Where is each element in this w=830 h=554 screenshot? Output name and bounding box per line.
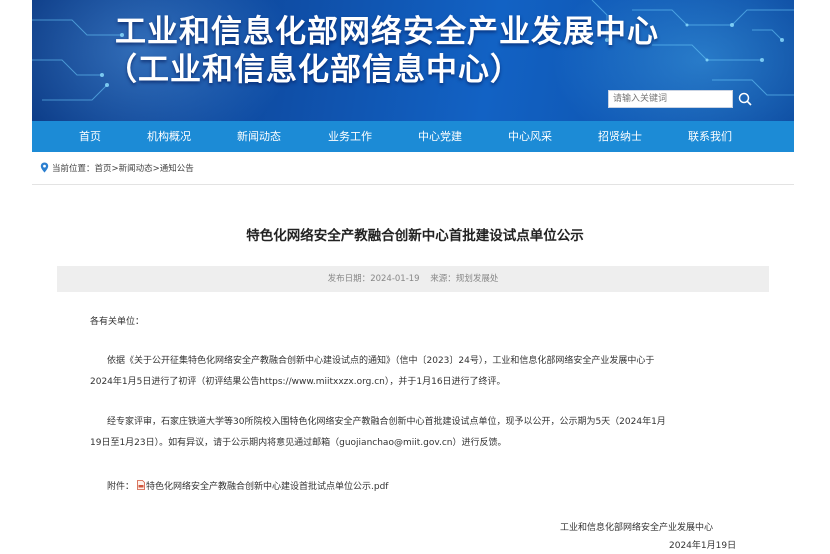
source-value: 规划发展处 [455,274,499,284]
salutation: 各有关单位： [90,317,145,327]
pdf-icon [137,480,145,490]
paragraph-1-line-1: 依据《关于公开征集特色化网络安全产教融合创新中心建设试点的通知》（信中〔2023… [107,356,655,366]
nav-item-contact[interactable]: 联系我们 [688,121,732,152]
breadcrumb-prefix: 当前位置： [52,164,95,174]
main-nav: 首页 机构概况 新闻动态 业务工作 中心党建 中心风采 招贤纳士 联系我们 [32,121,794,152]
paragraph-1-line-2: 2024年1月5日进行了初评（初评结果公告https://www.miitxxz… [90,377,506,387]
paragraph-2-line-1: 经专家评审，石家庄铁道大学等30所院校入围特色化网络安全产教融合创新中心首批建设… [107,417,666,427]
nav-item-business[interactable]: 业务工作 [328,121,372,152]
attachment: 附件： 特色化网络安全产教融合创新中心建设首批试点单位公示.pdf [107,479,388,492]
source-label: 来源： [430,274,456,284]
breadcrumb-news[interactable]: 新闻动态 [119,164,153,174]
publish-date-value: 2024-01-19 [370,274,420,284]
nav-item-style[interactable]: 中心风采 [508,121,552,152]
breadcrumb: 当前位置：首页>新闻动态>通知公告 [40,162,194,174]
signature-date: 2024年1月19日 [669,541,737,551]
nav-item-party[interactable]: 中心党建 [418,121,462,152]
search-button[interactable] [735,89,755,109]
paragraph-2-line-2: 19日至1月23日）。如有异议，请于公示期内将意见通过邮箱（guojiancha… [90,438,507,448]
article-meta: 发布日期：2024-01-19 来源：规划发展处 [57,266,769,292]
search-input[interactable] [608,90,733,108]
article-title: 特色化网络安全产教融合创新中心首批建设试点单位公示 [246,228,584,244]
publish-date-label: 发布日期： [327,274,371,284]
nav-item-news[interactable]: 新闻动态 [237,121,281,152]
site-subtitle: （工业和信息化部信息中心） [106,52,522,88]
breadcrumb-home[interactable]: 首页 [95,164,112,174]
nav-item-careers[interactable]: 招贤纳士 [598,121,642,152]
nav-item-about[interactable]: 机构概况 [147,121,191,152]
signature-organization: 工业和信息化部网络安全产业发展中心 [560,523,714,533]
publish-date: 发布日期：2024-01-19 [328,274,420,284]
breadcrumb-notices[interactable]: 通知公告 [160,164,194,174]
breadcrumb-separator: > [152,164,160,174]
article-source: 来源：规划发展处 [430,274,498,284]
breadcrumb-separator: > [111,164,119,174]
breadcrumb-divider [32,184,794,185]
attachment-label: 附件： [107,482,135,492]
attachment-link[interactable]: 特色化网络安全产教融合创新中心建设首批试点单位公示.pdf [146,482,388,492]
nav-item-home[interactable]: 首页 [79,121,101,152]
location-pin-icon [40,162,49,173]
search-icon [738,92,752,106]
